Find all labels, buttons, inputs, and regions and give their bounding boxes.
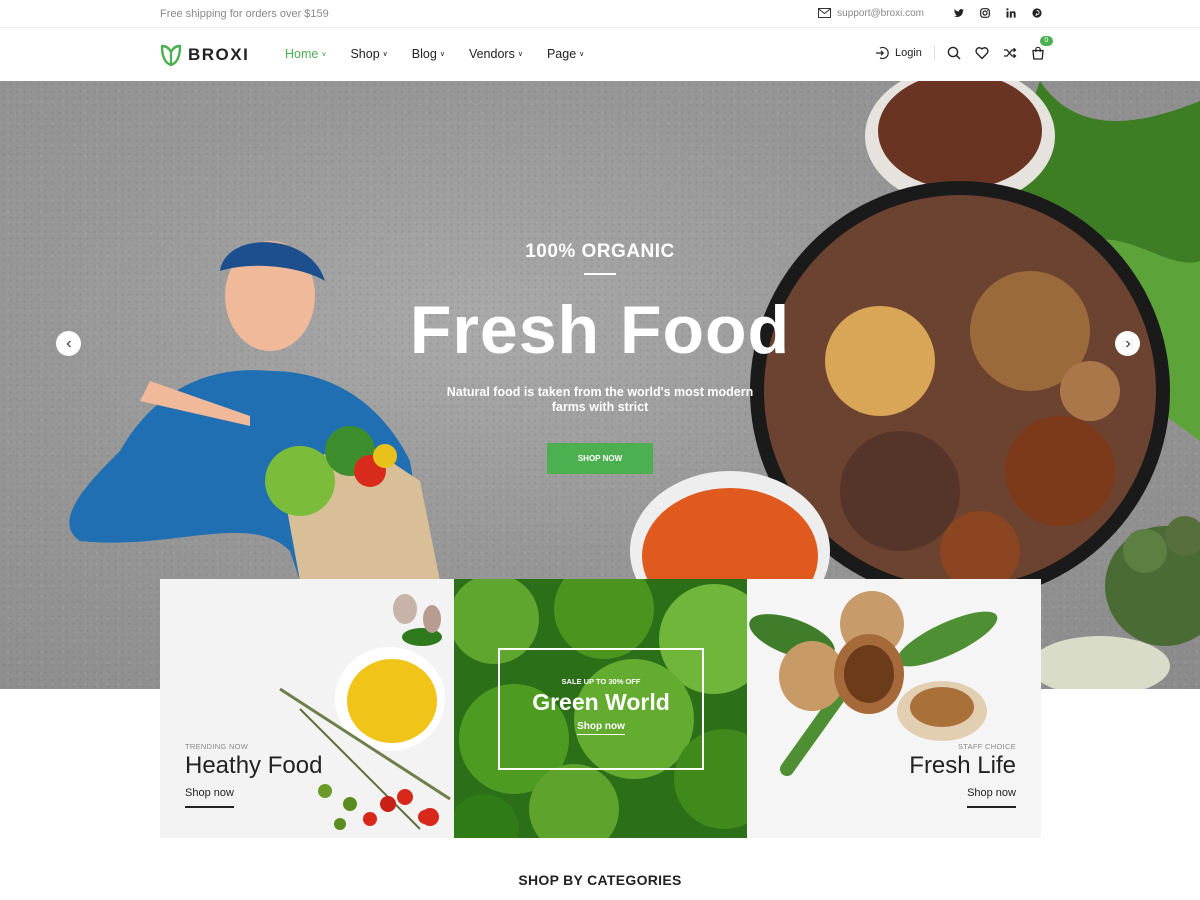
banner-frame: SALE UP TO 30% OFF Green World Shop now [498, 648, 704, 770]
hero-content: 100% ORGANIC Fresh Food Natural food is … [400, 241, 800, 474]
nav-item-vendors[interactable]: Vendors ∨ [469, 47, 523, 61]
social-links [954, 6, 1042, 20]
support-email[interactable]: support@broxi.com [818, 8, 924, 19]
login-icon [876, 46, 889, 60]
banner-shop-now-link[interactable]: Shop now [185, 787, 234, 808]
promo-banners: TRENDING NOW Heathy Food Shop now SALE U… [160, 579, 1041, 838]
compare-shuffle-icon[interactable] [1003, 46, 1017, 60]
main-nav: Home ∨ Shop ∨ Blog ∨ Vendors ∨ Page ∨ [285, 47, 608, 61]
logo-text: BROXI [188, 45, 250, 64]
slider-prev-button[interactable] [56, 331, 81, 356]
banner-kicker: TRENDING NOW [185, 742, 249, 751]
nav-item-label: Shop [350, 47, 380, 61]
nav-item-label: Blog [411, 47, 437, 61]
top-bar-right: support@broxi.com [818, 6, 1042, 20]
banner-kicker: STAFF CHOICE [957, 742, 1016, 751]
linkedin-icon[interactable] [1006, 6, 1016, 20]
nav-item-home[interactable]: Home ∨ [285, 47, 326, 61]
mail-icon [818, 8, 832, 18]
banner-fresh-life[interactable]: STAFF CHOICE Fresh Life Shop now [747, 579, 1041, 838]
hero-subtitle-line: Natural food is taken from the world's m… [446, 385, 754, 399]
instagram-icon[interactable] [980, 6, 990, 20]
logo[interactable]: BROXI [160, 43, 249, 67]
header-actions: Login 0 [875, 36, 1053, 60]
banner-title: Heathy Food [185, 752, 323, 779]
chevron-left-icon [66, 340, 71, 347]
shipping-notice: Free shipping for orders over $159 [160, 8, 329, 20]
hero-title: Fresh Food [409, 292, 791, 368]
chevron-down-icon: ∨ [579, 51, 585, 58]
login-label: Login [895, 47, 922, 59]
cart-icon[interactable]: 0 [1031, 36, 1053, 60]
chevron-down-icon: ∨ [321, 51, 327, 58]
hero-subtitle-line: farms with strict [551, 400, 649, 414]
cart-count-badge: 0 [1039, 36, 1053, 46]
chevron-right-icon [1125, 340, 1130, 347]
nav-item-label: Page [546, 47, 577, 61]
shop-now-button[interactable]: SHOP NOW [547, 443, 653, 474]
banner-green-world[interactable]: SALE UP TO 30% OFF Green World Shop now [454, 579, 747, 838]
top-bar: Free shipping for orders over $159 suppo… [0, 0, 1200, 28]
banner-shop-now-link[interactable]: Shop now [577, 721, 625, 735]
nav-item-blog[interactable]: Blog ∨ [412, 47, 445, 61]
slider-next-button[interactable] [1115, 331, 1140, 356]
header-icons: 0 [947, 36, 1053, 60]
banner-healthy-food[interactable]: TRENDING NOW Heathy Food Shop now [160, 579, 454, 838]
twitter-icon[interactable] [954, 6, 964, 20]
nav-item-label: Home [285, 47, 319, 61]
banner-title: Fresh Life [909, 752, 1016, 779]
support-email-text: support@broxi.com [837, 7, 924, 19]
heart-icon[interactable] [975, 46, 989, 60]
banner-shop-now-link[interactable]: Shop now [967, 787, 1016, 808]
banner-kicker: SALE UP TO 30% OFF [561, 677, 641, 686]
chevron-down-icon: ∨ [517, 51, 523, 58]
nav-item-page[interactable]: Page ∨ [547, 47, 584, 61]
nav-item-shop[interactable]: Shop ∨ [350, 47, 387, 61]
hero-divider [584, 273, 616, 275]
chevron-down-icon: ∨ [382, 51, 388, 58]
leaf-logo-icon [160, 44, 182, 67]
login-button[interactable]: Login [875, 46, 935, 60]
banner-title: Green World [532, 689, 670, 715]
section-title: SHOP BY CATEGORIES [518, 872, 682, 888]
pinterest-icon[interactable] [1032, 6, 1042, 20]
hero-subtitle: Natural food is taken from the world's m… [400, 385, 800, 415]
main-header: BROXI Home ∨ Shop ∨ Blog ∨ Vendors ∨ Pag… [0, 29, 1200, 81]
chevron-down-icon: ∨ [439, 51, 445, 58]
hero-kicker: 100% ORGANIC [525, 241, 675, 262]
search-icon[interactable] [947, 46, 961, 60]
nav-item-label: Vendors [468, 47, 515, 61]
